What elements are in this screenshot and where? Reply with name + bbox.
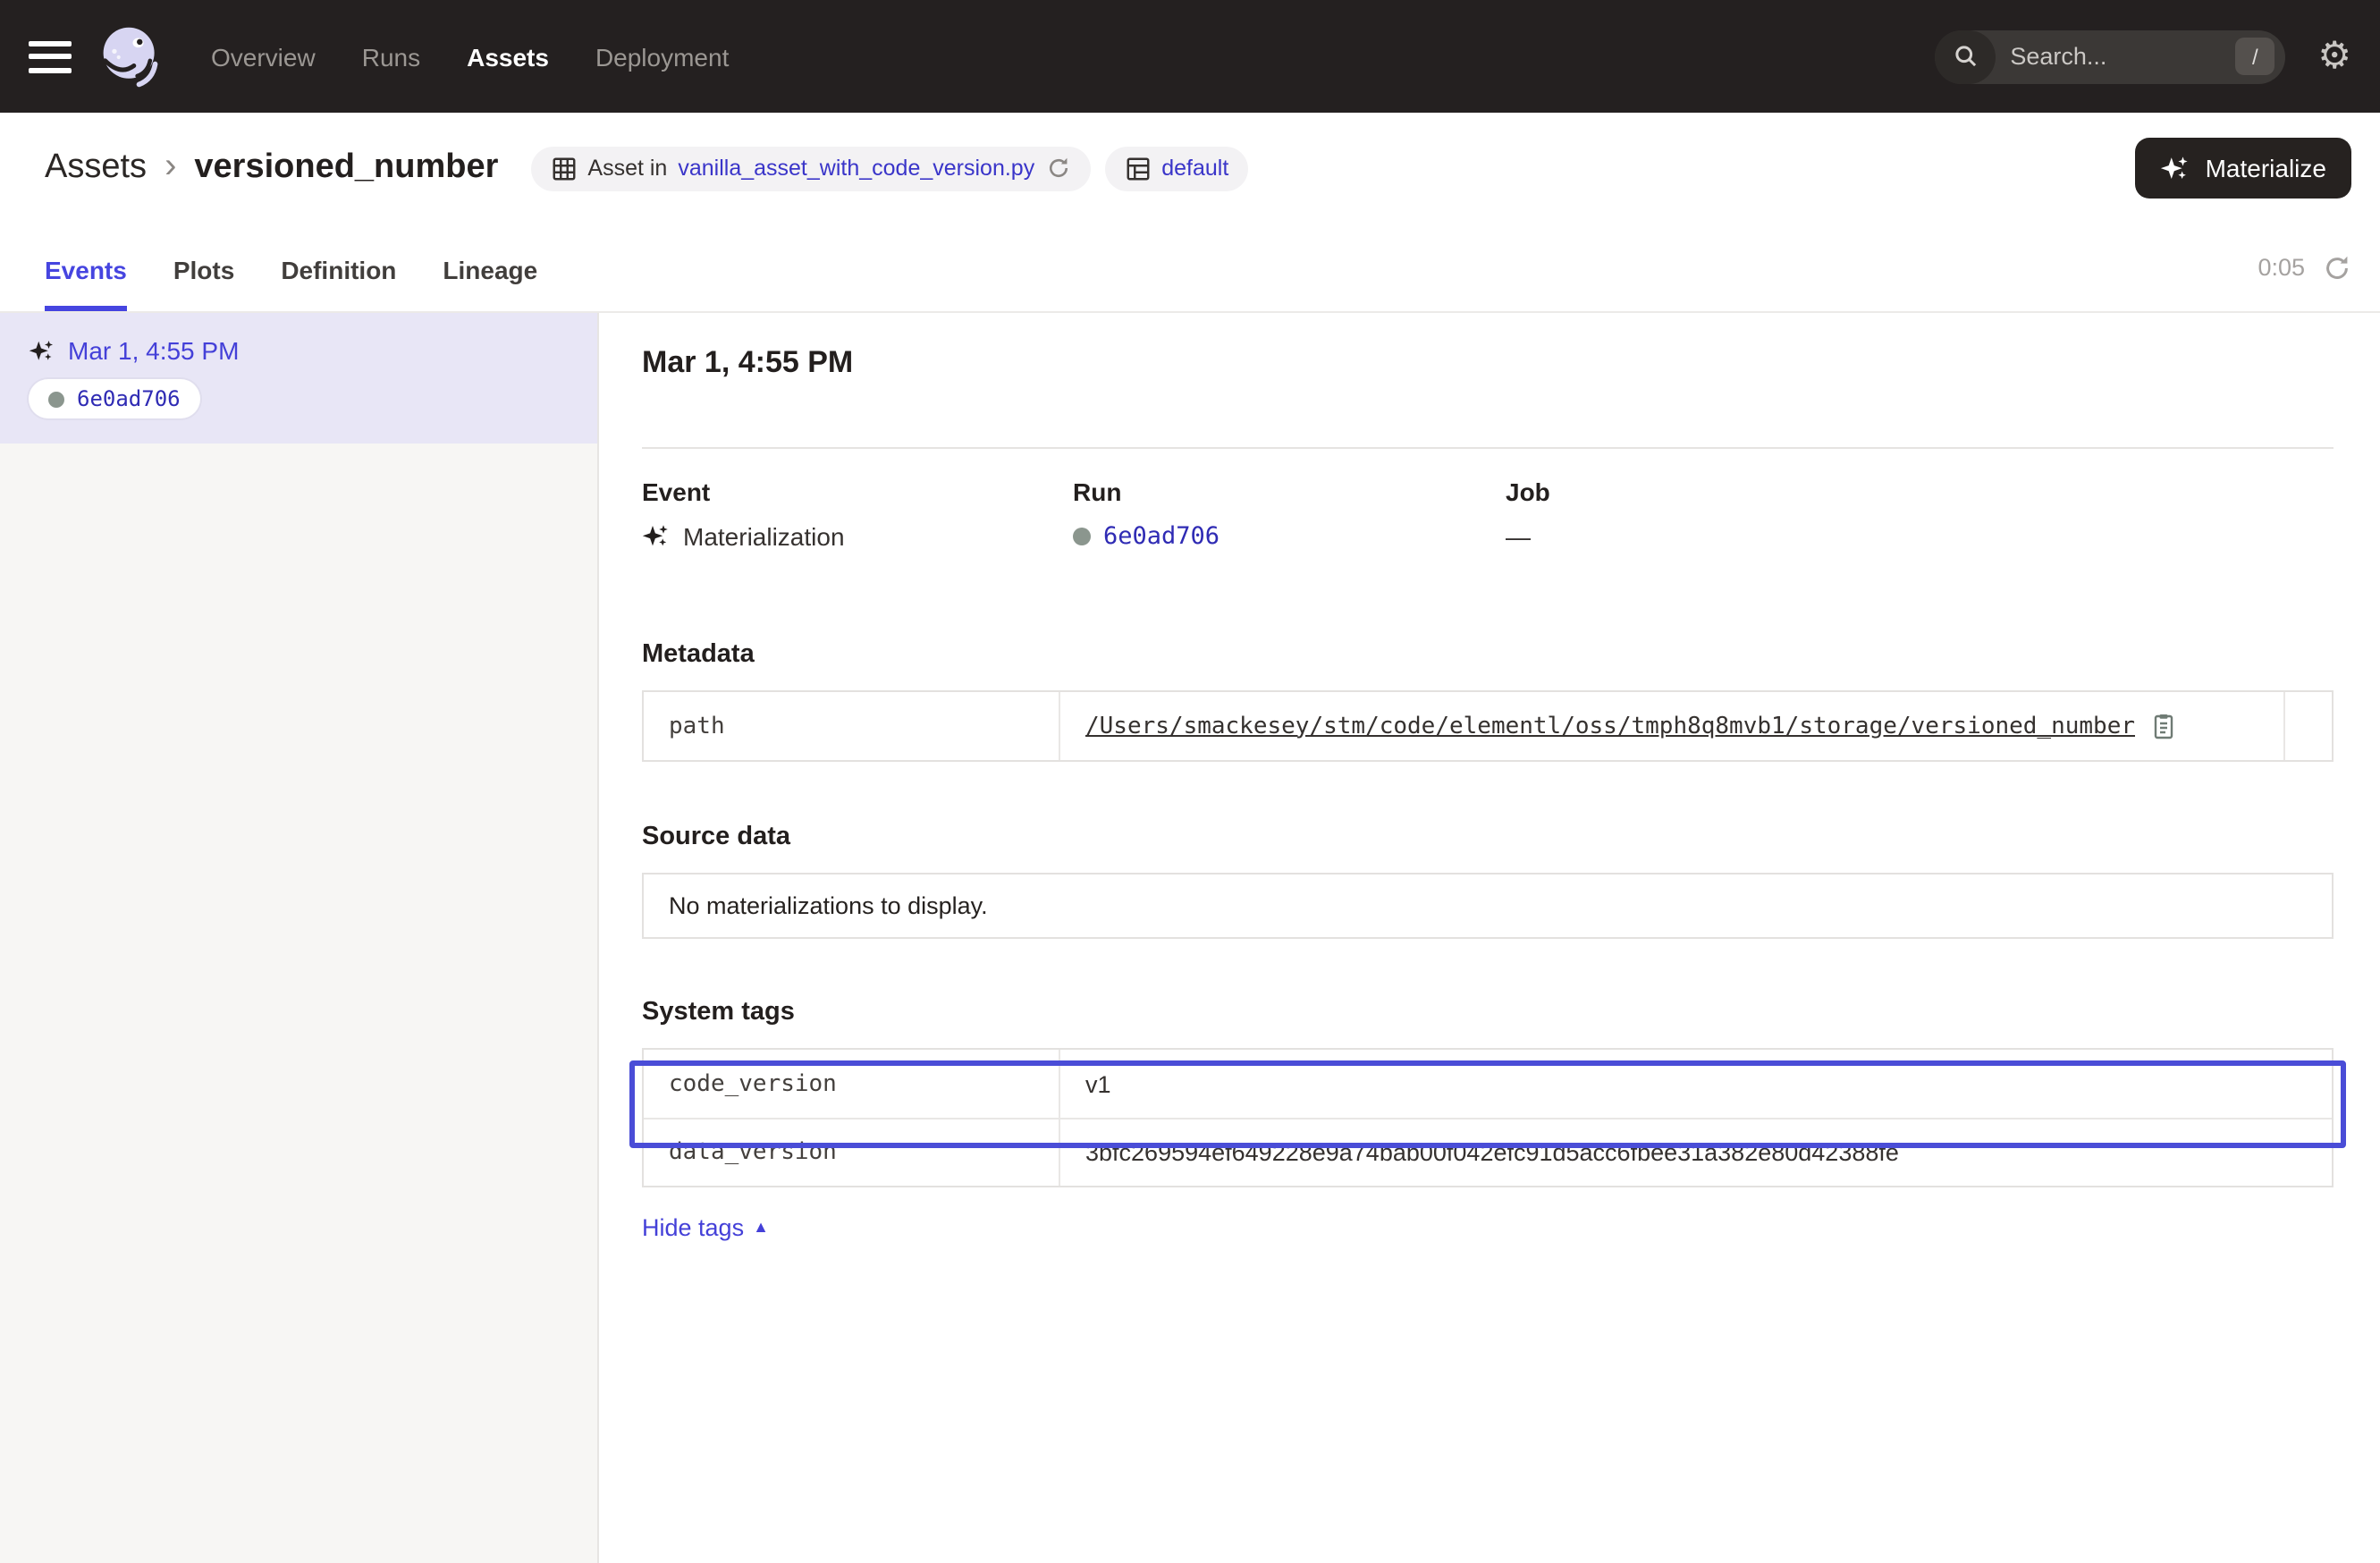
search-shortcut-badge: / bbox=[2235, 38, 2275, 75]
source-data-empty-state: No materializations to display. bbox=[642, 873, 2334, 939]
event-detail-title: Mar 1, 4:55 PM bbox=[642, 345, 2334, 381]
tag-key: code_version bbox=[644, 1050, 1060, 1118]
path-link[interactable]: /Users/smackesey/stm/code/elementl/oss/t… bbox=[1085, 713, 2135, 739]
gear-icon[interactable]: ⚙ bbox=[2317, 38, 2351, 75]
nav-item-deployment[interactable]: Deployment bbox=[595, 42, 729, 71]
event-timestamp: Mar 1, 4:55 PM bbox=[68, 336, 239, 365]
event-detail-panel: Mar 1, 4:55 PM Event Materialization bbox=[599, 313, 2380, 1563]
nav-item-runs[interactable]: Runs bbox=[362, 42, 420, 71]
app-root: Overview Runs Assets Deployment / ⚙ Asse… bbox=[0, 0, 2380, 1563]
sparkle-icon bbox=[2161, 153, 2191, 183]
job-column-label: Job bbox=[1506, 477, 2334, 506]
tab-bar: Events Plots Definition Lineage 0:05 bbox=[0, 224, 2380, 313]
code-location-icon bbox=[1124, 155, 1151, 182]
metadata-key: path bbox=[644, 692, 1060, 760]
search-input[interactable] bbox=[2006, 41, 2185, 72]
page-header: Assets › versioned_number Asset in vanil… bbox=[0, 113, 2380, 224]
search-icon bbox=[1935, 30, 1996, 83]
metadata-heading: Metadata bbox=[642, 640, 2334, 669]
asset-file-link[interactable]: vanilla_asset_with_code_version.py bbox=[678, 156, 1034, 181]
asset-table-icon bbox=[550, 155, 577, 182]
hide-tags-link[interactable]: Hide tags ▲ bbox=[642, 1214, 769, 1241]
system-tag-row-code-version: code_version v1 bbox=[644, 1050, 2332, 1118]
refresh-timer: 0:05 bbox=[2258, 254, 2305, 281]
tab-definition[interactable]: Definition bbox=[281, 224, 396, 311]
run-id-pill[interactable]: 6e0ad706 bbox=[29, 379, 200, 418]
copy-icon[interactable] bbox=[2149, 712, 2178, 740]
event-column-label: Event bbox=[642, 477, 1073, 506]
caret-up-icon: ▲ bbox=[753, 1220, 769, 1236]
system-tags-table: code_version v1 data_version 3bfc269594e… bbox=[642, 1048, 2334, 1187]
event-list-item-selected[interactable]: Mar 1, 4:55 PM 6e0ad706 bbox=[0, 313, 597, 444]
code-location-label: default bbox=[1161, 156, 1228, 181]
chevron-right-icon: › bbox=[165, 148, 176, 184]
page-title: versioned_number bbox=[194, 148, 498, 188]
materialize-button[interactable]: Materialize bbox=[2136, 138, 2351, 199]
materialization-icon bbox=[29, 337, 55, 364]
materialization-icon bbox=[642, 522, 671, 551]
metadata-actions-cell bbox=[2283, 692, 2332, 760]
tab-events[interactable]: Events bbox=[45, 224, 127, 311]
nav-item-assets[interactable]: Assets bbox=[467, 42, 549, 71]
tag-key: data_version bbox=[644, 1119, 1060, 1186]
search-box[interactable]: / bbox=[1935, 30, 2285, 83]
job-value: — bbox=[1506, 522, 1531, 551]
tab-plots[interactable]: Plots bbox=[173, 224, 234, 311]
metadata-row-path: path /Users/smackesey/stm/code/elementl/… bbox=[644, 692, 2332, 760]
top-nav: Overview Runs Assets Deployment / ⚙ bbox=[0, 0, 2380, 113]
dagster-logo[interactable] bbox=[97, 22, 165, 90]
run-id-link[interactable]: 6e0ad706 bbox=[1103, 522, 1220, 551]
nav-item-overview[interactable]: Overview bbox=[211, 42, 316, 71]
divider bbox=[642, 447, 2334, 449]
refresh-icon[interactable] bbox=[2323, 253, 2351, 282]
run-id-label: 6e0ad706 bbox=[77, 386, 181, 411]
breadcrumb-assets-link[interactable]: Assets bbox=[45, 148, 147, 188]
tab-lineage[interactable]: Lineage bbox=[443, 224, 537, 311]
event-summary-columns: Event Materialization Run bbox=[642, 477, 2334, 551]
run-column-label: Run bbox=[1073, 477, 1506, 506]
code-location-pill[interactable]: default bbox=[1104, 146, 1248, 190]
metadata-table: path /Users/smackesey/stm/code/elementl/… bbox=[642, 690, 2334, 762]
asset-definition-pill: Asset in vanilla_asset_with_code_version… bbox=[530, 146, 1090, 190]
reload-definitions-icon[interactable] bbox=[1045, 156, 1070, 181]
tag-value: 3bfc269594ef649228e9a74bab00f042efc91d5a… bbox=[1085, 1139, 1899, 1166]
run-status-dot bbox=[1073, 528, 1091, 545]
dagster-octopus-icon bbox=[97, 22, 165, 90]
hamburger-menu-icon[interactable] bbox=[29, 40, 72, 72]
source-data-heading: Source data bbox=[642, 823, 2334, 851]
source-data-empty-text: No materializations to display. bbox=[669, 892, 988, 919]
event-type-value: Materialization bbox=[683, 522, 845, 551]
hide-tags-label: Hide tags bbox=[642, 1214, 744, 1241]
asset-pill-prefix: Asset in bbox=[587, 156, 667, 181]
event-list-sidebar: Mar 1, 4:55 PM 6e0ad706 bbox=[0, 313, 599, 1563]
breadcrumb: Assets › versioned_number bbox=[45, 148, 498, 188]
system-tags-heading: System tags bbox=[642, 998, 2334, 1027]
system-tag-row-data-version: data_version 3bfc269594ef649228e9a74bab0… bbox=[644, 1118, 2332, 1186]
tag-value: v1 bbox=[1085, 1070, 1111, 1097]
materialize-button-label: Materialize bbox=[2206, 154, 2326, 182]
run-status-dot bbox=[48, 391, 64, 407]
primary-nav: Overview Runs Assets Deployment bbox=[211, 42, 729, 71]
